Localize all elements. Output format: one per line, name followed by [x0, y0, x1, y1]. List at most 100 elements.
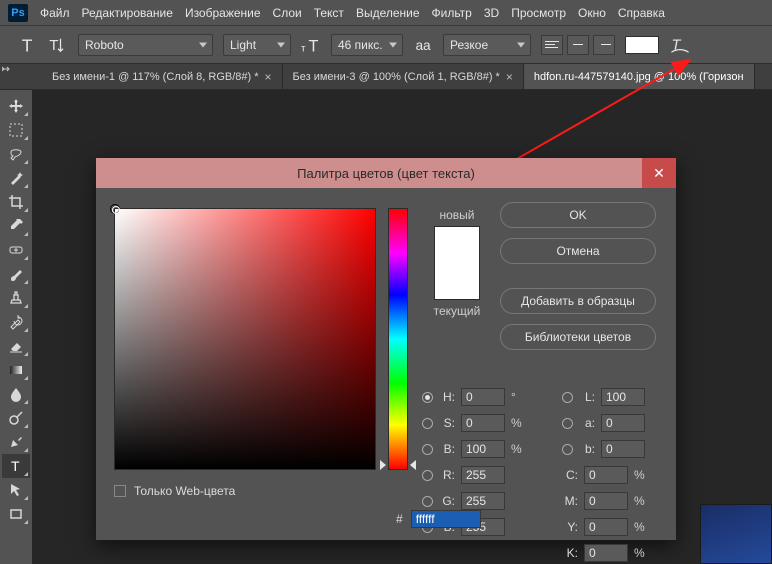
brush-tool[interactable]	[2, 262, 30, 286]
new-color-label: новый	[422, 208, 492, 222]
pen-tool[interactable]	[2, 430, 30, 454]
image-preview	[700, 504, 772, 564]
cancel-button[interactable]: Отмена	[500, 238, 656, 264]
font-family-select[interactable]: Roboto	[78, 34, 213, 56]
input-y[interactable]	[584, 518, 628, 536]
radio-a[interactable]	[562, 418, 573, 429]
label-c: C:	[562, 468, 578, 482]
svg-text:a: a	[423, 38, 431, 53]
align-center-button[interactable]	[567, 35, 589, 55]
font-size-icon: тТ	[301, 35, 321, 55]
radio-b[interactable]	[422, 444, 433, 455]
color-compare-swatch[interactable]	[434, 226, 480, 300]
path-selection-tool[interactable]	[2, 478, 30, 502]
menu-image[interactable]: Изображение	[185, 6, 261, 20]
panel-expand-icon[interactable]	[0, 64, 14, 74]
menu-filter[interactable]: Фильтр	[432, 6, 472, 20]
orientation-icon[interactable]: T	[48, 35, 68, 55]
menu-3d[interactable]: 3D	[484, 6, 499, 20]
menu-edit[interactable]: Редактирование	[82, 6, 173, 20]
input-g[interactable]	[461, 492, 505, 510]
antialias-icon: aa	[413, 35, 433, 55]
menu-help[interactable]: Справка	[618, 6, 665, 20]
dialog-titlebar[interactable]: Палитра цветов (цвет текста) ✕	[96, 158, 676, 188]
radio-s[interactable]	[422, 418, 433, 429]
input-lab-b[interactable]	[601, 440, 645, 458]
label-b: B:	[439, 442, 455, 456]
svg-text:T: T	[49, 37, 58, 54]
current-color-label: текущий	[422, 304, 492, 318]
color-libraries-button[interactable]: Библиотеки цветов	[500, 324, 656, 350]
hue-thumb-icon	[410, 460, 416, 470]
gradient-tool[interactable]	[2, 358, 30, 382]
radio-r[interactable]	[422, 470, 433, 481]
document-tab[interactable]: Без имени-3 @ 100% (Слой 1, RGB/8#) * ×	[283, 64, 524, 89]
web-colors-only[interactable]: Только Web-цвета	[114, 484, 235, 498]
dodge-tool[interactable]	[2, 406, 30, 430]
menu-type[interactable]: Текст	[314, 6, 344, 20]
menu-file[interactable]: Файл	[40, 6, 70, 20]
rectangle-tool[interactable]	[2, 502, 30, 526]
font-weight-select[interactable]: Light	[223, 34, 291, 56]
sv-cursor-icon	[110, 204, 120, 214]
hex-input[interactable]	[411, 510, 481, 528]
align-left-button[interactable]	[541, 35, 563, 55]
checkbox-icon[interactable]	[114, 485, 126, 497]
menu-bar: Ps Файл Редактирование Изображение Слои …	[0, 0, 772, 26]
align-right-button[interactable]	[593, 35, 615, 55]
eraser-tool[interactable]	[2, 334, 30, 358]
menu-window[interactable]: Окно	[578, 6, 606, 20]
ok-button[interactable]: OK	[500, 202, 656, 228]
label-h: H:	[439, 390, 455, 404]
close-icon[interactable]: ×	[506, 70, 513, 84]
tool-preset-icon[interactable]: T	[18, 35, 38, 55]
document-tab[interactable]: Без имени-1 @ 117% (Слой 8, RGB/8#) * ×	[42, 64, 283, 89]
menu-select[interactable]: Выделение	[356, 6, 420, 20]
input-a[interactable]	[601, 414, 645, 432]
unit-degree: °	[511, 390, 525, 404]
input-k[interactable]	[584, 544, 628, 562]
hsb-group: H: ° S: % B: %	[422, 386, 525, 460]
document-tab[interactable]: hdfon.ru-447579140.jpg @ 100% (Горизон	[524, 64, 755, 89]
color-picker-dialog: Палитра цветов (цвет текста) ✕ новый тек…	[96, 158, 676, 540]
menu-view[interactable]: Просмотр	[511, 6, 566, 20]
document-tab-label: hdfon.ru-447579140.jpg @ 100% (Горизон	[534, 71, 744, 83]
input-r[interactable]	[461, 466, 505, 484]
close-button[interactable]: ✕	[642, 158, 676, 188]
radio-h[interactable]	[422, 392, 433, 403]
input-c[interactable]	[584, 466, 628, 484]
text-color-swatch[interactable]	[625, 36, 659, 54]
input-s[interactable]	[461, 414, 505, 432]
move-tool[interactable]	[2, 94, 30, 118]
add-to-swatches-button[interactable]: Добавить в образцы	[500, 288, 656, 314]
blur-tool[interactable]	[2, 382, 30, 406]
saturation-value-field[interactable]	[114, 208, 376, 470]
close-icon[interactable]: ×	[265, 70, 272, 84]
web-colors-label: Только Web-цвета	[134, 484, 235, 498]
history-brush-tool[interactable]	[2, 310, 30, 334]
eyedropper-tool[interactable]	[2, 214, 30, 238]
font-size-value: 46 пикс.	[338, 38, 383, 52]
options-bar: T T Roboto Light тТ 46 пикс. aa Резкое T	[0, 26, 772, 64]
magic-wand-tool[interactable]	[2, 166, 30, 190]
radio-lab-b[interactable]	[562, 444, 573, 455]
type-tool[interactable]: T	[2, 454, 30, 478]
clone-stamp-tool[interactable]	[2, 286, 30, 310]
input-m[interactable]	[584, 492, 628, 510]
crop-tool[interactable]	[2, 190, 30, 214]
radio-g[interactable]	[422, 496, 433, 507]
font-size-select[interactable]: 46 пикс.	[331, 34, 403, 56]
lasso-tool[interactable]	[2, 142, 30, 166]
healing-brush-tool[interactable]	[2, 238, 30, 262]
label-r: R:	[439, 468, 455, 482]
antialias-select[interactable]: Резкое	[443, 34, 531, 56]
input-h[interactable]	[461, 388, 505, 406]
input-b[interactable]	[461, 440, 505, 458]
marquee-tool[interactable]	[2, 118, 30, 142]
radio-l[interactable]	[562, 392, 573, 403]
warp-text-icon[interactable]: T	[669, 35, 691, 55]
hue-slider[interactable]	[388, 208, 408, 470]
input-l[interactable]	[601, 388, 645, 406]
unit-percent: %	[634, 468, 648, 482]
menu-layers[interactable]: Слои	[273, 6, 302, 20]
